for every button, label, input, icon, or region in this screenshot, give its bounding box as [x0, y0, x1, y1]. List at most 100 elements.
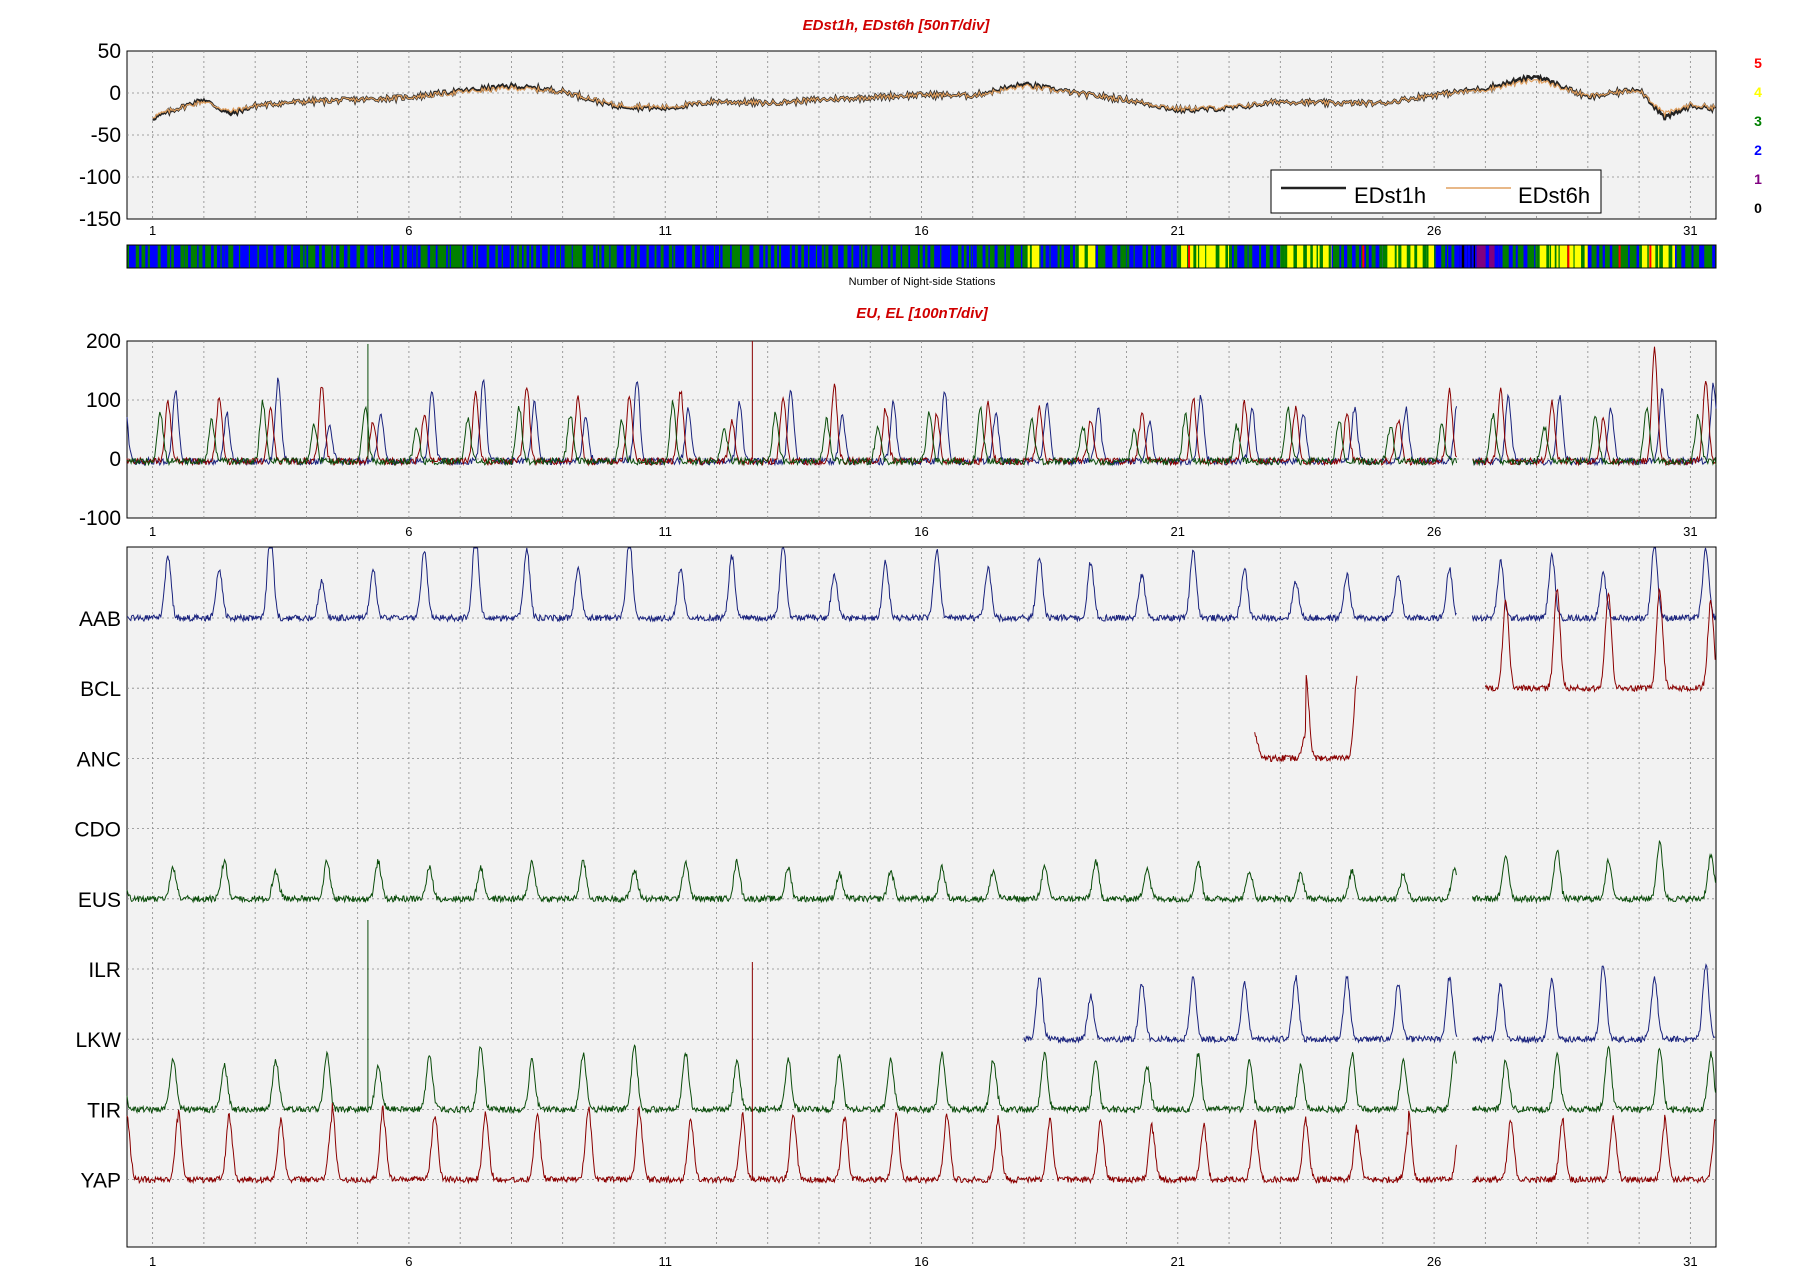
eu-el-x-tick-21: 21 — [1171, 524, 1185, 539]
count-stripe — [562, 245, 565, 268]
count-stripe — [1494, 245, 1499, 268]
eu-el-y-tick--100: -100 — [79, 507, 121, 530]
count-stripe — [1681, 245, 1686, 268]
count-stripe — [266, 245, 268, 268]
count-stripe — [211, 245, 214, 268]
count-stripe — [1398, 245, 1402, 268]
count-stripe — [1331, 245, 1333, 268]
eu-el-x-tick-16: 16 — [914, 524, 928, 539]
count-stripe — [609, 245, 611, 268]
edst-x-ticks: 1 6 11 16 21 26 31 — [149, 223, 1698, 238]
count-stripe — [1259, 245, 1262, 268]
count-stripe — [730, 245, 732, 268]
count-stripe — [513, 245, 518, 268]
count-stripe — [774, 245, 778, 268]
count-stripe-red-2 — [1567, 245, 1570, 268]
count-stripe — [135, 245, 140, 268]
count-stripe — [193, 245, 198, 268]
count-stripe — [1359, 245, 1362, 268]
count-stripe — [529, 245, 532, 268]
count-stripe — [1422, 245, 1427, 268]
edst-y-tick--50: -50 — [91, 124, 121, 147]
station-count-key: 5 4 3 2 1 0 — [1754, 55, 1762, 216]
count-stripe — [248, 245, 250, 268]
count-stripe — [636, 245, 640, 268]
count-stripe — [1004, 245, 1006, 268]
count-stripe — [224, 245, 229, 268]
count-stripe-red-1 — [1362, 245, 1365, 268]
station-label-yap: YAP — [81, 1170, 121, 1193]
station-label-lkw: LKW — [75, 1029, 121, 1052]
count-stripe — [1581, 245, 1585, 268]
edst-x-tick-11: 11 — [658, 223, 672, 238]
count-stripe — [1459, 245, 1462, 268]
count-stripe — [1284, 245, 1288, 268]
count-stripe — [509, 245, 512, 268]
count-stripe — [1248, 245, 1253, 268]
count-stripe — [832, 245, 836, 268]
count-stripe-red-0 — [1188, 245, 1191, 268]
eu-el-x-tick-31: 31 — [1683, 524, 1697, 539]
count-stripe — [1024, 245, 1028, 268]
edst-x-tick-6: 6 — [405, 223, 412, 238]
count-stripe — [825, 245, 829, 268]
station-label-ilr: ILR — [88, 959, 121, 982]
count-stripe — [1596, 245, 1600, 268]
count-stripe — [147, 245, 150, 268]
count-stripe — [1712, 245, 1716, 268]
count-stripe-red-4 — [1649, 245, 1652, 268]
count-stripe — [540, 245, 542, 268]
count-stripe — [972, 245, 977, 268]
count-key-5: 5 — [1754, 55, 1762, 71]
edst-y-tick--100: -100 — [79, 166, 121, 189]
count-stripe — [1414, 245, 1418, 268]
count-stripe — [1351, 245, 1356, 268]
count-stripe — [335, 245, 340, 268]
station-label-bcl: BCL — [80, 678, 121, 701]
count-segment-27 — [1500, 245, 1537, 268]
count-stripe — [356, 245, 361, 268]
count-stripe — [1464, 245, 1468, 268]
count-stripe — [306, 245, 309, 268]
count-stripe — [862, 245, 865, 268]
count-stripe — [908, 245, 911, 268]
count-stripe — [958, 245, 962, 268]
count-stripe-red-3 — [1618, 245, 1621, 268]
eu-el-x-tick-1: 1 — [149, 524, 156, 539]
count-stripe — [704, 245, 707, 268]
count-stripe — [963, 245, 967, 268]
count-stripe — [533, 245, 537, 268]
count-stripe — [749, 245, 754, 268]
count-segment-2 — [229, 245, 307, 268]
count-stripe — [291, 245, 293, 268]
count-stripe — [1554, 245, 1557, 268]
count-stripe — [1674, 245, 1677, 268]
count-key-2: 2 — [1754, 142, 1762, 158]
count-stripe — [257, 245, 259, 268]
edst-y-tick-50: 50 — [98, 40, 121, 63]
count-stripe — [1426, 245, 1429, 268]
count-stripe — [1441, 245, 1446, 268]
count-stripe — [238, 245, 241, 268]
count-stripe — [1447, 245, 1449, 268]
station-label-eus: EUS — [78, 889, 121, 912]
count-stripe — [807, 245, 810, 268]
count-stripe — [646, 245, 649, 268]
count-stripe — [435, 245, 438, 268]
eu-el-y-tick-100: 100 — [86, 389, 121, 412]
count-stripe — [1602, 245, 1605, 268]
legend-edst1h-label: EDst1h — [1354, 183, 1426, 208]
count-stripe — [988, 245, 990, 268]
count-stripe — [1310, 245, 1313, 268]
station-label-anc: ANC — [77, 748, 121, 771]
eu-el-x-ticks: 1 6 11 16 21 26 31 — [149, 524, 1698, 539]
count-stripe — [184, 245, 189, 268]
count-stripe — [969, 245, 971, 268]
count-segment-31 — [1674, 245, 1716, 268]
stations-x-tick-6: 6 — [405, 1254, 412, 1268]
count-stripe — [700, 245, 703, 268]
edst-x-tick-21: 21 — [1171, 223, 1185, 238]
count-stripe — [835, 245, 839, 268]
count-stripe — [1702, 245, 1705, 268]
count-stripe — [518, 245, 522, 268]
